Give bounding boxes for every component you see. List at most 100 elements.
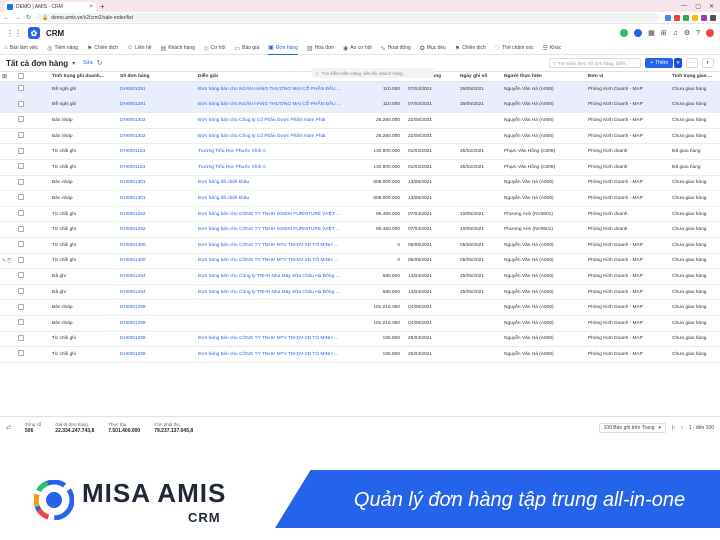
cell-order[interactable]: DH0001292 [118,206,196,223]
extension-icon[interactable] [701,14,707,21]
module-7[interactable]: ▣ Đơn hàng [268,42,298,55]
column-header[interactable]: Ngày ghi số [458,71,502,82]
profile-icon[interactable] [710,14,716,21]
new-tab-icon[interactable]: + [100,2,105,11]
maximize-icon[interactable]: ▢ [695,3,701,10]
column-settings-icon[interactable]: ◐ [702,58,714,68]
column-header[interactable]: Số đơn hàng [118,71,196,82]
table-row[interactable]: Bản nháp DH0001301 Đơn hàng đã chiết khấu 6… [0,175,720,192]
global-search-input[interactable]: ⌕ Tìm kiếm tiềm năng, liên hệ, khách hàn… [312,68,434,78]
cell-desc[interactable]: Trường Tiểu Học Phước Vĩnh A [196,159,351,176]
cell-desc[interactable] [196,299,351,316]
row-checkbox[interactable] [18,272,24,279]
cell-order[interactable]: DH0001301 [118,175,196,192]
module-12[interactable]: ⚑ Chiến dịch [455,42,486,55]
cell-order[interactable]: DH0001299 [118,299,196,316]
table-row[interactable]: Đề nghị ghi DH0001291 Đơn hàng bán cho NGÂ… [0,97,720,114]
app-grid-icon[interactable]: ⋮⋮ [6,29,22,38]
cell-order[interactable]: DH0001302 [118,128,196,145]
cell-order[interactable]: DH0001291 [118,97,196,114]
copy-icon[interactable]: ⎘ [8,258,12,264]
cell-desc[interactable] [196,315,351,332]
table-row[interactable]: Từ chối ghi DH0001193 Trường Tiểu Học Phướ… [0,159,720,176]
column-settings-icon[interactable]: ⊞ [2,74,7,80]
cell-order[interactable]: DH0001299 [118,315,196,332]
table-row[interactable]: Bản nháp DH0001302 Đơn hàng bán cho Công t… [0,128,720,145]
row-checkbox[interactable] [18,334,24,341]
cell-desc[interactable]: Đơn hàng bán cho Công ty Cổ Phần Dược Ph… [196,112,351,129]
table-row[interactable]: Bản nháp DH0001299 101.016.350 04/05/2021 Ng… [0,299,720,316]
table-row[interactable]: Bản nháp DH0001301 Đơn hàng đã chiết khấu 6… [0,190,720,207]
cell-desc[interactable]: Đơn hàng bán cho CÔNG TY TNHH MTV TM-DV-… [196,331,351,348]
pin-icon[interactable]: ⇄ [6,424,11,431]
table-row[interactable]: Bản nháp DH0001299 101.016.350 04/05/2021 Ng… [0,315,720,332]
address-bar[interactable]: 🔒 demo.amis.vn/v2/crm2/sale-order/list [36,13,660,22]
row-checkbox[interactable] [18,100,24,107]
refresh-icon[interactable]: ↻ [97,59,103,67]
back-icon[interactable]: ← [4,15,10,21]
module-5[interactable]: ◇ Cơ hội [204,42,226,55]
first-page-icon[interactable]: |‹ [672,425,675,431]
cell-desc[interactable]: Đơn hàng bán cho NGÂN HÀNG THƯƠNG MẠI CỔ… [196,97,351,114]
calendar-icon[interactable]: ▦ [648,29,655,37]
close-tab-icon[interactable]: × [89,4,93,10]
cell-order[interactable]: DH0001298 [118,346,196,363]
cell-desc[interactable]: Đơn hàng bán cho CÔNG TY TNHH MTV TM-DV-… [196,253,351,270]
more-button[interactable]: ··· [686,58,698,68]
cell-order[interactable]: DH0001193 [118,159,196,176]
module-1[interactable]: ◎ Tiềm năng [47,42,78,55]
cell-desc[interactable]: Đơn hàng bán cho CÔNG TY TNHH ISSEKI FUR… [196,206,351,223]
cell-desc[interactable]: Đơn hàng bán cho Công ty Cổ Phần Dược Ph… [196,128,351,145]
row-checkbox[interactable] [18,225,24,232]
cell-desc[interactable]: Đơn hàng bán cho CÔNG TY TNHH ISSEKI FUR… [196,221,351,238]
module-6[interactable]: ▭ Báo giá [234,42,259,55]
edit-view-link[interactable]: Sửa [83,60,92,66]
chevron-down-icon[interactable]: ▾ [72,60,75,67]
cell-order[interactable]: DH0001193 [118,143,196,160]
module-0[interactable]: ⌂ Bàn làm việc [4,42,38,55]
cell-desc[interactable]: Đơn hàng đã chiết khấu [196,190,351,207]
facebook-icon[interactable] [634,29,643,37]
table-row[interactable]: Đã ghi DH0001294 Đơn hàng bán cho Công ty … [0,284,720,301]
forward-icon[interactable]: → [15,15,21,21]
column-header[interactable]: Tình trạng ghi doanh... [50,71,118,82]
module-11[interactable]: ✪ Mục tiêu [420,42,446,55]
row-checkbox[interactable] [18,132,24,139]
row-checkbox[interactable] [18,350,24,357]
table-row[interactable]: Từ chối ghi DH0001300 Đơn hàng bán cho CÔN… [0,237,720,254]
cell-order[interactable]: DH0001292 [118,221,196,238]
table-row[interactable]: ✎ ⎘ Từ chối ghi DH0001300 Đơn hàng bán cho … [0,253,720,270]
cell-desc[interactable]: Đơn hàng bán cho CÔNG TY TNHH MTV TM-DV-… [196,237,351,254]
cell-order[interactable]: DH0001300 [118,237,196,254]
table-row[interactable]: Từ chối ghi DH0001298 Đơn hàng bán cho CÔN… [0,331,720,348]
row-checkbox[interactable] [18,303,24,310]
cell-desc[interactable]: Đơn hàng bán cho CÔNG TY TNHH MTV TM-DV-… [196,346,351,363]
cell-desc[interactable]: Trường Tiểu Học Phước Vĩnh A [196,143,351,160]
module-3[interactable]: ☺ Liên hệ [127,42,152,55]
cell-desc[interactable]: Đơn hàng bán cho Công ty TNHH Nhà Máy Sữ… [196,284,351,301]
row-checkbox[interactable] [18,210,24,217]
extension-icon[interactable] [683,14,689,21]
column-header[interactable]: Tình trạng giao ... [670,71,720,82]
row-checkbox[interactable] [18,256,24,263]
extension-icon[interactable] [665,14,671,21]
select-all-checkbox[interactable] [18,72,24,79]
avatar[interactable] [706,29,714,37]
cell-desc[interactable]: Đơn hàng bán cho Công ty TNHH Nhà Máy Sữ… [196,268,351,285]
module-13[interactable]: ♡ Thẻ chăm sóc [495,42,534,55]
page-size-select[interactable]: 100 Bản ghi trên Trang ▾ [598,422,667,433]
cell-order[interactable]: DH0001298 [118,331,196,348]
column-header[interactable]: Người thực hiện [502,71,586,82]
add-button[interactable]: + Thêm [645,58,673,68]
row-checkbox[interactable] [18,85,24,92]
cell-order[interactable]: DH0001291 [118,81,196,98]
page-title[interactable]: Tất cả đơn hàng [6,59,68,68]
column-header[interactable]: Đơn vị [586,71,670,82]
extension-icon[interactable] [674,14,680,21]
order-search-input[interactable]: ⌕ Tìm kiếm theo Số đơn hàng, Diễn... [549,58,642,68]
table-row[interactable]: Từ chối ghi DH0001292 Đơn hàng bán cho CÔN… [0,206,720,223]
grid-icon[interactable]: ⊞ [661,29,667,37]
cell-order[interactable]: DH0001294 [118,268,196,285]
prev-page-icon[interactable]: ‹ [681,425,683,431]
extension-icon[interactable] [692,14,698,21]
